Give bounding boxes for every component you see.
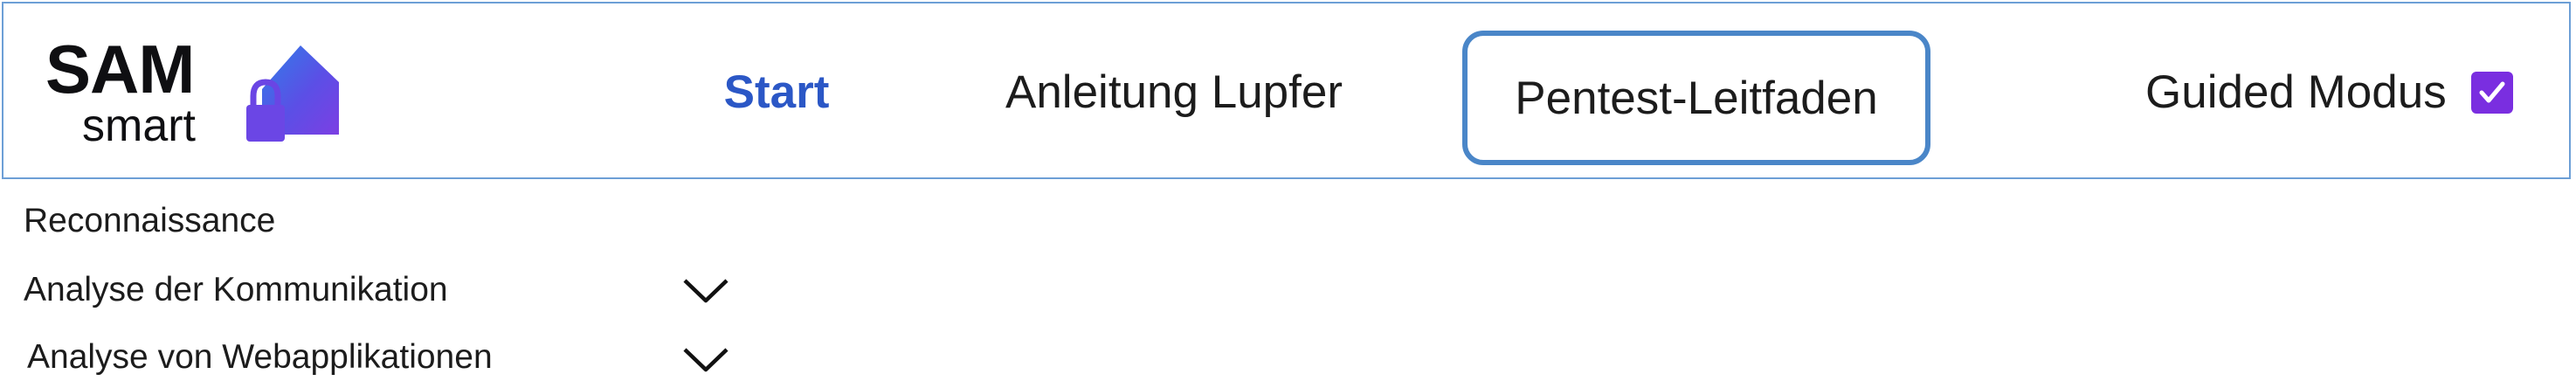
menu-item-reconnaissance[interactable]: Reconnaissance [0,191,751,252]
chevron-down-icon[interactable] [681,343,730,376]
logo-text-smart: smart [82,100,196,151]
top-navigation-bar: SAM smart Start Anleitung Lupfer Pentest… [2,2,2571,179]
nav-start[interactable]: Start [694,3,860,181]
menu-item-label: Reconnaissance [24,202,276,239]
menu-item-analyse-webapplikationen[interactable]: Analyse von Webapplikationen [0,327,751,388]
menu-item-label: Analyse der Kommunikation [24,271,448,308]
sam-smart-logo[interactable]: SAM smart [45,35,342,157]
nav-anleitung-lupfer[interactable]: Anleitung Lupfer [964,3,1384,181]
guided-mode-label: Guided Modus [2145,66,2447,118]
nav-pentest-leitfaden[interactable]: Pentest-Leitfaden [1462,31,1930,165]
guided-mode-checkbox[interactable] [2470,71,2513,114]
logo-text-sam: SAM [45,31,195,107]
guided-mode-toggle: Guided Modus [2145,3,2513,181]
menu-item-analyse-kommunikation[interactable]: Analyse der Kommunikation [0,260,751,321]
house-lock-icon [246,45,339,142]
chevron-down-icon[interactable] [681,274,730,307]
checkmark-icon [2479,81,2505,102]
menu-item-label: Analyse von Webapplikationen [27,338,493,376]
